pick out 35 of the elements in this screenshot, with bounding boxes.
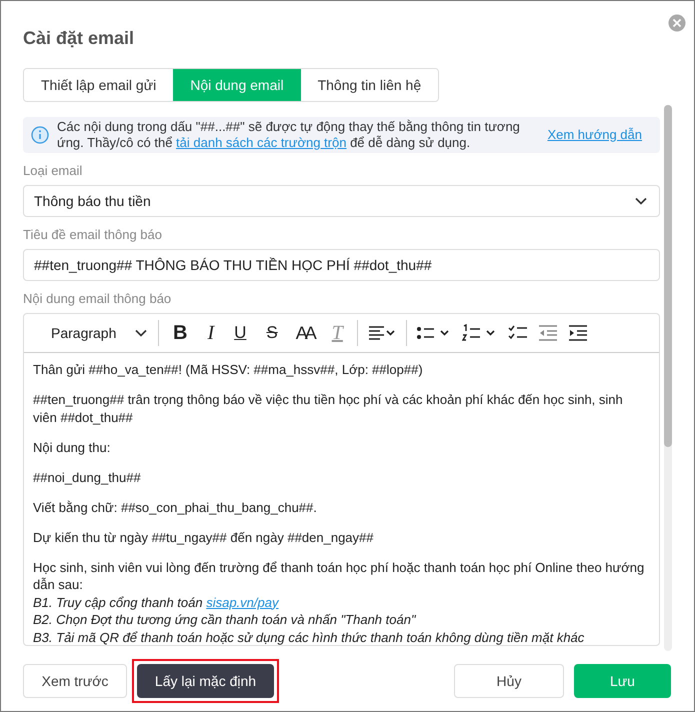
email-body-line: B3. Tải mã QR để thanh toán hoặc sử dụng các hình thức thanh toán không dùng tiền mặt khác [33, 628, 586, 645]
email-body-line: Dự kiến thu từ ngày ##tu_ngay## đến ngày ##den_ngay## [33, 528, 375, 546]
info-message: Các nội dung trong dấu "##...##" sẽ được tự động thay thế bằng thông tin tương ứng. Thầy/cô có thể tải danh sách các trường trộn để dễ dàng sử dụng. [57, 119, 521, 151]
email-type-dropdown[interactable]: Thông báo thu tiền [23, 185, 660, 217]
outdent-icon[interactable] [538, 324, 558, 342]
field-label: Tiêu đề email thông báo [23, 227, 164, 242]
font-size-button[interactable]: AA [288, 318, 322, 348]
subject-field[interactable]: ##ten_truong## THÔNG BÁO THU TIỀN HỌC PHÍ ##dot_thu## [23, 249, 660, 281]
dialog-title: Cài đặt email [22, 27, 136, 49]
reset-default-button[interactable]: Lấy lại mặc định [137, 664, 274, 698]
underline-button[interactable]: U [224, 318, 256, 348]
email-body-line: Học sinh, sinh viên vui lòng đến trường để thanh toán học phí hoặc thanh toán học phí Online theo hướng dẫn sau: [33, 558, 646, 594]
field-label: Loại email [23, 163, 84, 178]
scrollbar[interactable] [664, 105, 672, 651]
bold-button[interactable]: B [163, 318, 198, 348]
check-list-icon[interactable] [508, 324, 528, 342]
chevron-down-icon [635, 197, 647, 205]
rich-text-editor[interactable] [23, 313, 660, 646]
email-body-line: B1. Truy cập cổng thanh toán sisap.vn/pay [33, 594, 280, 611]
field-label: Nội dung email thông báo [23, 291, 172, 306]
email-body-line: ##ten_truong## trân trọng thông báo về việc thu tiền học phí và các khoản phí khác đến học sinh, sinh viên ##dot_thu## [33, 391, 624, 426]
cancel-button[interactable]: Hủy [454, 664, 564, 698]
email-body-line: Viết bằng chữ: ##so_con_phai_thu_bang_chu##. [33, 498, 318, 516]
preview-button[interactable]: Xem trước [23, 664, 127, 698]
email-body-line: B2. Chọn Đợt thu tương ứng cần thanh toán và nhấn "Thanh toán" [33, 611, 417, 628]
paragraph-format-dropdown[interactable]: Paragraph [44, 318, 154, 348]
strikethrough-button[interactable]: S [256, 318, 288, 348]
italic-button[interactable]: I [197, 318, 224, 348]
email-body-line: Nội dung thu: [33, 438, 112, 456]
align-icon[interactable] [366, 324, 397, 342]
indent-icon[interactable] [568, 324, 588, 342]
email-body-line: ##noi_dung_thu## [33, 468, 142, 486]
email-body-line: Thân gửi ##ho_va_ten##! (Mã HSSV: ##ma_hssv##, Lớp: ##lop##) [33, 361, 424, 378]
info-icon [31, 126, 49, 144]
chevron-down-icon [135, 329, 147, 337]
